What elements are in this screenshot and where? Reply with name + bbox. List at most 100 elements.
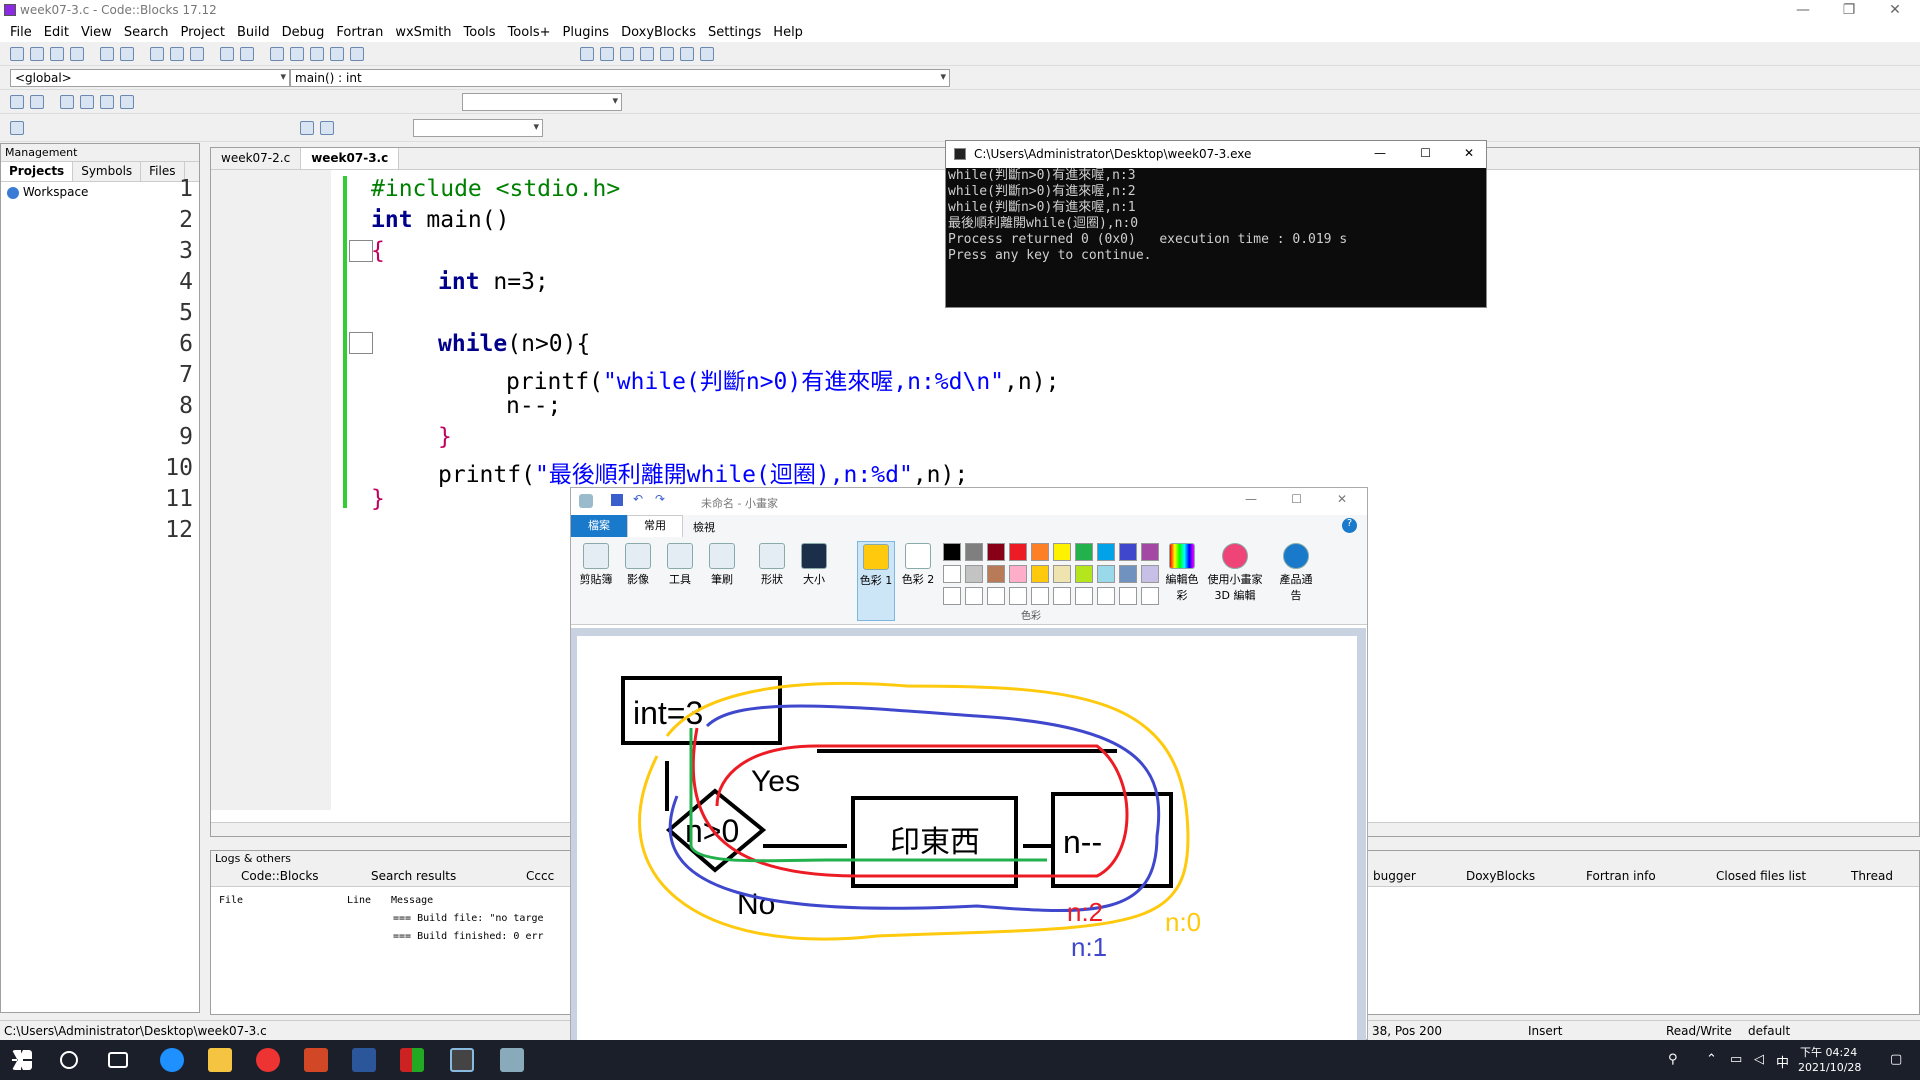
brushes-group[interactable]: 筆刷 [703, 541, 741, 621]
palette-swatch[interactable] [1141, 543, 1159, 561]
palette-swatch[interactable] [1119, 543, 1137, 561]
tab-thread[interactable]: Thread [1851, 869, 1893, 883]
palette-swatch[interactable] [1075, 565, 1093, 583]
palette-swatch[interactable] [1031, 543, 1049, 561]
color2-button[interactable]: 色彩 2 [899, 541, 937, 621]
close-button[interactable]: ✕ [1872, 0, 1918, 22]
palette-swatch[interactable] [1009, 543, 1027, 561]
redo-icon[interactable] [120, 47, 134, 61]
tray-expand-icon[interactable]: ⌃ [1706, 1052, 1717, 1067]
debug-start-icon[interactable] [580, 47, 594, 61]
paint3d-button[interactable]: 使用小畫家 3D 編輯 [1207, 541, 1263, 621]
copy-icon[interactable] [170, 47, 184, 61]
menu-tools[interactable]: Tools [458, 22, 502, 42]
tab-symbols[interactable]: Symbols [73, 162, 142, 181]
new-file-icon[interactable] [10, 47, 24, 61]
edge-icon[interactable] [160, 1048, 184, 1072]
palette-empty-swatch[interactable] [1053, 587, 1071, 605]
fold-marker[interactable] [349, 332, 373, 354]
tab-fortran-info[interactable]: Fortran info [1586, 869, 1656, 883]
menu-wxsmith[interactable]: wxSmith [389, 22, 457, 42]
tab-projects[interactable]: Projects [1, 162, 74, 181]
scope-combo[interactable]: <global> [10, 69, 290, 87]
paint-minimize-button[interactable]: — [1245, 492, 1257, 506]
debug-next-icon[interactable] [620, 47, 634, 61]
tools-combo[interactable] [413, 119, 543, 137]
menu-tools-plus[interactable]: Tools+ [502, 22, 557, 42]
save-icon[interactable] [611, 494, 623, 506]
menu-view[interactable]: View [75, 22, 118, 42]
workspace-item[interactable]: Workspace [23, 185, 89, 199]
palette-swatch[interactable] [1053, 543, 1071, 561]
palette-swatch[interactable] [943, 565, 961, 583]
color1-button[interactable]: 色彩 1 [857, 541, 895, 621]
menu-help[interactable]: Help [767, 22, 809, 42]
paint-close-button[interactable]: ✕ [1337, 492, 1347, 506]
tab-week07-2[interactable]: week07-2.c [211, 148, 302, 169]
palette-empty-swatch[interactable] [1141, 587, 1159, 605]
minimize-button[interactable]: — [1780, 0, 1826, 22]
paint-maximize-button[interactable]: ☐ [1291, 492, 1302, 506]
clock-date[interactable]: 2021/10/28 [1798, 1061, 1861, 1074]
tab-home[interactable]: 常用 [627, 515, 683, 537]
palette-swatch[interactable] [943, 543, 961, 561]
debug-stop-icon[interactable] [700, 47, 714, 61]
clipboard-group[interactable]: 剪貼簿 [577, 541, 615, 621]
toolbar-combo[interactable] [462, 93, 622, 111]
open-icon[interactable] [30, 47, 44, 61]
palette-empty-swatch[interactable] [1097, 587, 1115, 605]
fold-marker[interactable] [349, 240, 373, 262]
console-close-button[interactable]: ✕ [1464, 146, 1474, 160]
palette-swatch[interactable] [987, 543, 1005, 561]
palette-swatch[interactable] [1119, 565, 1137, 583]
menu-doxyblocks[interactable]: DoxyBlocks [615, 22, 702, 42]
function-combo[interactable]: main() : int [290, 69, 950, 87]
shapes-group[interactable]: 形狀 [753, 541, 791, 621]
edit-colors-button[interactable]: 編輯色彩 [1163, 541, 1201, 621]
console-taskbar-icon[interactable] [450, 1048, 474, 1072]
zoom-in-icon[interactable] [300, 121, 314, 135]
select-icon[interactable] [10, 121, 24, 135]
word-icon[interactable] [352, 1048, 376, 1072]
build-icon[interactable] [270, 47, 284, 61]
people-icon[interactable]: ⚲ [1668, 1052, 1678, 1067]
powerpoint-icon[interactable] [304, 1048, 328, 1072]
palette-swatch[interactable] [965, 543, 983, 561]
palette-empty-swatch[interactable] [1119, 587, 1137, 605]
tab-codeblocks-log[interactable]: Code::Blocks [241, 869, 319, 883]
palette-empty-swatch[interactable] [1031, 587, 1049, 605]
console-window[interactable]: C:\Users\Administrator\Desktop\week07-3.… [945, 140, 1487, 308]
task-view-icon[interactable] [108, 1052, 128, 1068]
bookmark-icon[interactable] [60, 95, 74, 109]
help-icon[interactable]: ? [1342, 518, 1357, 533]
redo-icon[interactable]: ↷ [655, 492, 665, 506]
undo-icon[interactable]: ↶ [633, 492, 643, 506]
tab-view[interactable]: 檢視 [693, 519, 715, 535]
run-icon[interactable] [290, 47, 304, 61]
rebuild-icon[interactable] [330, 47, 344, 61]
search-icon[interactable] [60, 1051, 78, 1069]
menu-debug[interactable]: Debug [276, 22, 331, 42]
bookmark-clear-icon[interactable] [120, 95, 134, 109]
menu-file[interactable]: File [4, 22, 38, 42]
clock-time[interactable]: 下午 04:24 [1800, 1044, 1857, 1060]
tab-search-results[interactable]: Search results [371, 869, 456, 883]
back-icon[interactable] [10, 95, 24, 109]
palette-swatch[interactable] [1009, 565, 1027, 583]
palette-swatch[interactable] [1031, 565, 1049, 583]
save-icon[interactable] [50, 47, 64, 61]
network-icon[interactable]: ▭ [1730, 1052, 1742, 1067]
tab-doxyblocks[interactable]: DoxyBlocks [1466, 869, 1535, 883]
debug-run-cursor-icon[interactable] [600, 47, 614, 61]
console-maximize-button[interactable]: ☐ [1420, 146, 1431, 160]
canvas-area[interactable]: int=3 n>0 印東西 n-- Yes No n:2 n:1 n:0 [571, 628, 1366, 1041]
save-all-icon[interactable] [70, 47, 84, 61]
palette-empty-swatch[interactable] [1009, 587, 1027, 605]
debug-stepout-icon[interactable] [660, 47, 674, 61]
color-palette[interactable] [943, 543, 1163, 611]
menu-settings[interactable]: Settings [702, 22, 767, 42]
tab-week07-3[interactable]: week07-3.c [301, 148, 400, 169]
maximize-button[interactable]: ❐ [1826, 0, 1872, 22]
palette-swatch[interactable] [1097, 565, 1115, 583]
chrome-icon[interactable] [256, 1048, 280, 1072]
